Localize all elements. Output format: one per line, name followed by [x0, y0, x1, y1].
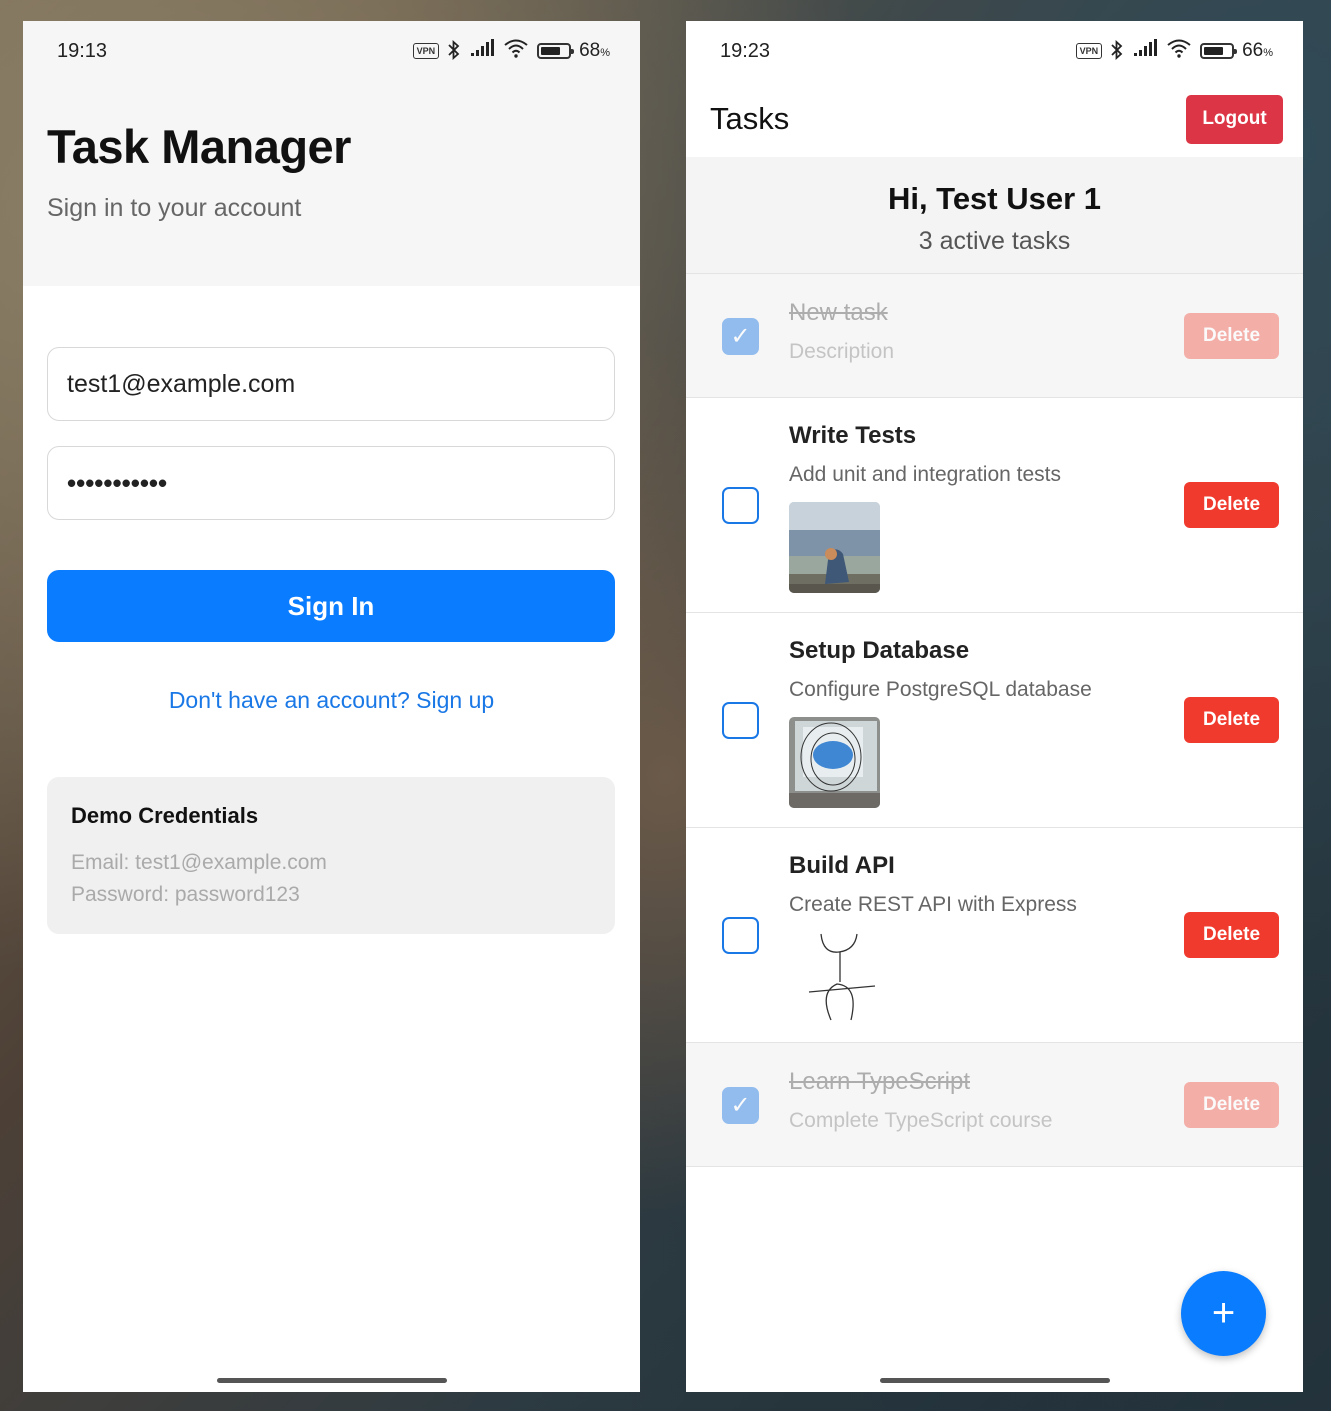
task-checkbox[interactable]: ✓ [722, 1087, 759, 1124]
email-value: test1@example.com [67, 369, 296, 398]
task-title: Write Tests [789, 422, 917, 449]
status-time: 19:13 [57, 39, 108, 62]
delete-button[interactable]: Delete [1184, 313, 1279, 359]
signup-link: Don't have an account? Sign up [23, 687, 640, 714]
vpn-icon: VPN [1075, 43, 1103, 59]
logout-button[interactable]: Logout [1186, 94, 1283, 144]
delete-button[interactable]: Delete [1184, 482, 1279, 528]
add-task-button[interactable]: + [1181, 1271, 1266, 1356]
task-image [789, 502, 880, 593]
wifi-icon [1166, 38, 1192, 64]
task-image [789, 717, 880, 808]
plus-icon: + [1211, 1291, 1236, 1335]
status-icons: VPN 68% [412, 38, 610, 64]
signal-icon [1132, 39, 1158, 63]
delete-button[interactable]: Delete [1184, 912, 1279, 958]
checkmark-icon: ✓ [730, 322, 751, 350]
status-bar: 19:13 VPN 68% [23, 21, 640, 81]
status-icons: VPN 66% [1075, 38, 1273, 64]
task-checkbox[interactable] [722, 917, 759, 954]
tasks-screen: 19:23 VPN 66% Tasks Logout Hi, Test User… [686, 21, 1303, 1392]
bluetooth-icon [447, 39, 461, 63]
task-checkbox[interactable] [722, 702, 759, 739]
task-title: Build API [789, 852, 895, 879]
page-title: Task Manager [47, 120, 351, 173]
home-indicator[interactable] [216, 1378, 447, 1383]
task-row: Write Tests Add unit and integration tes… [686, 398, 1303, 613]
greeting-banner: Hi, Test User 1 3 active tasks [686, 157, 1303, 274]
demo-email: Email: test1@example.com [71, 851, 327, 874]
checkmark-icon: ✓ [730, 1091, 751, 1119]
task-description: Configure PostgreSQL database [789, 678, 1092, 701]
sign-in-button[interactable]: Sign In [47, 570, 615, 642]
status-bar: 19:23 VPN 66% [686, 21, 1303, 81]
task-description: Complete TypeScript course [789, 1109, 1053, 1132]
home-indicator[interactable] [879, 1378, 1110, 1383]
page-subtitle: Sign in to your account [47, 194, 302, 222]
task-row: Setup Database Configure PostgreSQL data… [686, 613, 1303, 828]
email-field[interactable]: test1@example.com [47, 347, 615, 421]
demo-credentials-title: Demo Credentials [71, 803, 259, 828]
battery-icon [537, 43, 575, 59]
task-row: Build API Create REST API with Express D… [686, 828, 1303, 1043]
vpn-icon: VPN [412, 43, 440, 59]
delete-button[interactable]: Delete [1184, 697, 1279, 743]
demo-credentials-card: Demo Credentials Email: test1@example.co… [47, 777, 615, 934]
task-title: Setup Database [789, 637, 970, 664]
task-description: Description [789, 340, 895, 363]
task-image [789, 932, 880, 1023]
page-title: Tasks [710, 101, 790, 136]
task-description: Create REST API with Express [789, 893, 1077, 916]
task-title: Learn TypeScript [789, 1068, 970, 1095]
login-screen: 19:13 VPN 68% Task Manager Sign in to yo… [23, 21, 640, 1392]
wifi-icon [503, 38, 529, 64]
password-field[interactable]: ••••••••••• [47, 446, 615, 520]
active-task-count: 3 active tasks [918, 227, 1071, 255]
battery-percent: 66% [1242, 40, 1273, 61]
task-description: Add unit and integration tests [789, 463, 1062, 486]
signal-icon [469, 39, 495, 63]
password-value: ••••••••••• [67, 468, 168, 498]
battery-percent: 68% [579, 40, 610, 61]
signup-link-text[interactable]: Don't have an account? Sign up [169, 687, 494, 713]
task-checkbox[interactable]: ✓ [722, 318, 759, 355]
task-row: ✓ Learn TypeScript Complete TypeScript c… [686, 1043, 1303, 1167]
tasks-header: Tasks Logout [686, 81, 1303, 157]
task-list: ✓ New task Description Delete Write Test… [686, 274, 1303, 1167]
task-row: ✓ New task Description Delete [686, 274, 1303, 398]
task-title: New task [789, 299, 888, 326]
battery-icon [1200, 43, 1238, 59]
bluetooth-icon [1110, 39, 1124, 63]
greeting-text: Hi, Test User 1 [887, 181, 1102, 216]
task-checkbox[interactable] [722, 487, 759, 524]
status-time: 19:23 [720, 39, 771, 62]
demo-password: Password: password123 [71, 883, 300, 906]
delete-button[interactable]: Delete [1184, 1082, 1279, 1128]
